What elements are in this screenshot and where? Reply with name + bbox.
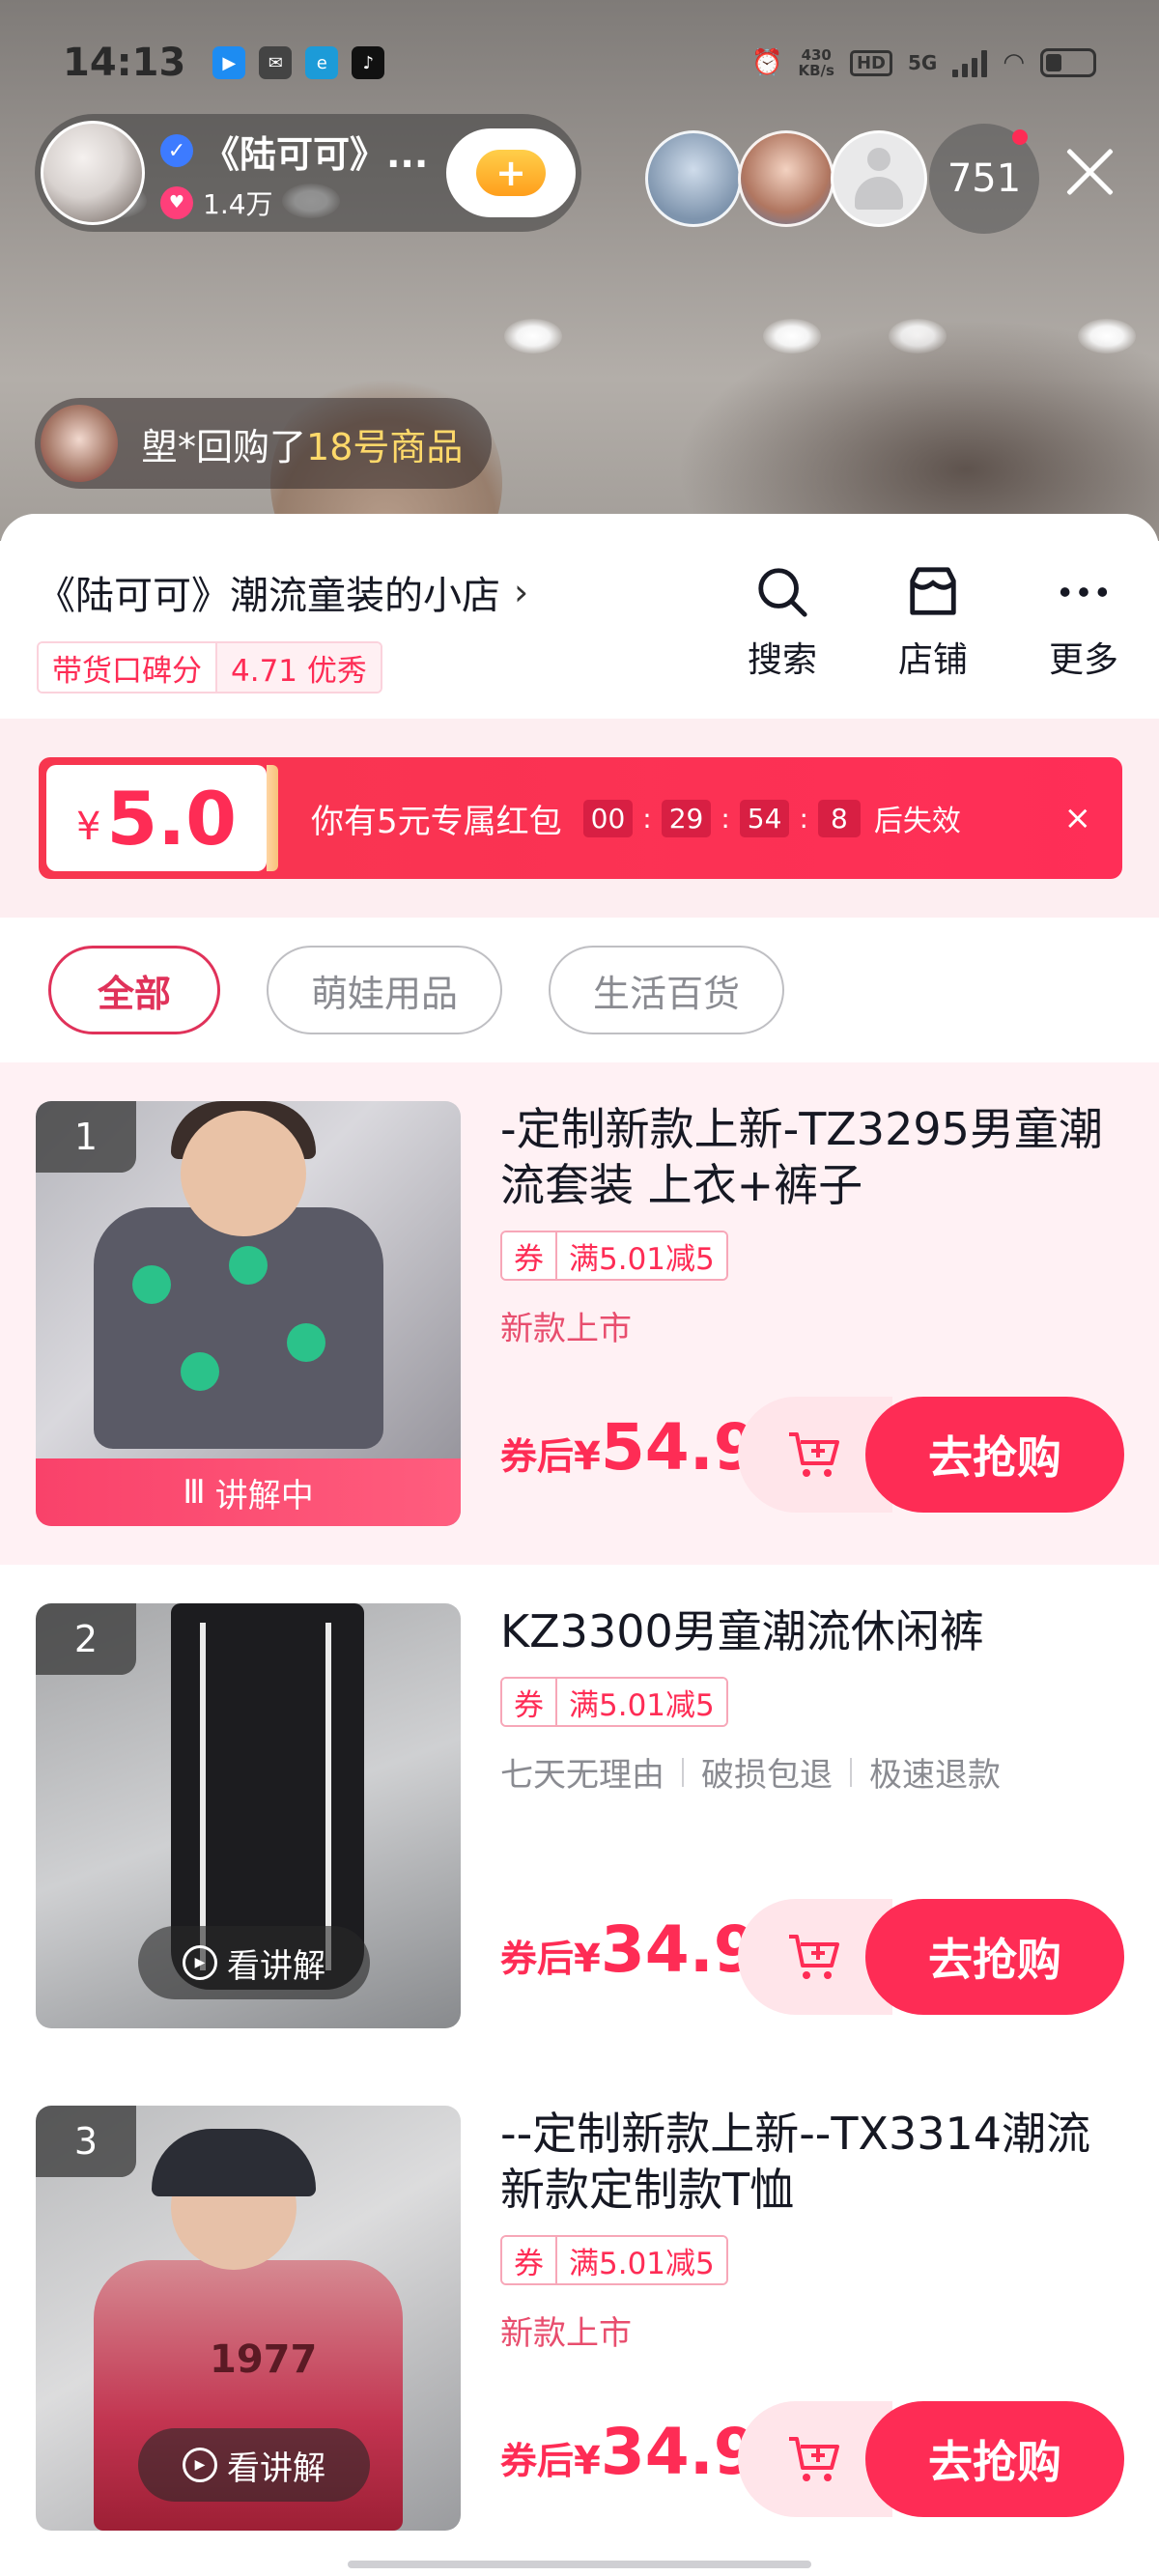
coupon-text: 你有5元专属红包 — [311, 802, 562, 841]
rank-badge: 2 — [36, 1603, 136, 1675]
product-price: 券后 ¥54.9 — [500, 1410, 758, 1485]
cart-plus-icon — [789, 1432, 839, 1477]
wechat-icon: ✉ — [259, 46, 293, 79]
product-price: 券后 ¥34.9 — [500, 1912, 758, 1987]
product-price: 券后 ¥34.9 — [500, 2415, 758, 2489]
viewer-count[interactable]: 751 — [929, 124, 1039, 234]
product-tagline: 新款上市 — [500, 2314, 632, 2353]
more-icon — [1060, 587, 1108, 597]
viewer-avatars[interactable]: 751 — [645, 124, 1039, 234]
follow-button[interactable]: + — [446, 128, 576, 217]
notification-dot — [1012, 129, 1028, 145]
viewer-avatar[interactable] — [738, 130, 834, 227]
coupon-expire-text: 后失效 — [873, 805, 961, 838]
shop-name-link[interactable]: 《陆可可》潮流童装的小店 › — [37, 564, 528, 620]
coupon-banner-area: ¥5.0 你有5元专属红包 00: 29: 54: 8 后失效 × — [0, 719, 1159, 918]
red-packet-banner[interactable]: ¥5.0 你有5元专属红包 00: 29: 54: 8 后失效 × — [39, 757, 1122, 879]
play-icon: ▶ — [183, 2448, 217, 2482]
tab-baby-goods[interactable]: 萌娃用品 — [267, 946, 503, 1034]
more-button[interactable]: 更多 — [1033, 564, 1134, 682]
browser-app-icon: e — [305, 46, 339, 79]
anchor-name: 《陆可可》... — [203, 132, 429, 176]
watch-explanation-button[interactable]: ▶ 看讲解 — [138, 1926, 370, 1999]
viewer-avatar[interactable] — [831, 130, 927, 227]
network-speed: 430 KB/s — [798, 46, 834, 79]
service-tags: 七天无理由 破损包退 极速退款 — [500, 1756, 1001, 1795]
anchor-avatar[interactable] — [41, 121, 145, 225]
network-type: 5G — [907, 51, 938, 74]
rank-badge: 1 — [36, 1101, 136, 1173]
product-title: --定制新款上新--TX3314潮流新款定制款T恤 — [500, 2108, 1091, 2216]
product-image[interactable]: 2 ▶ 看讲解 — [36, 1603, 461, 2028]
product-list: 1 Ⅲ 讲解中 -定制新款上新-TZ3295男童潮流套装 上衣+裤子 券 满5.… — [0, 1062, 1159, 2569]
clock: 14:13 — [63, 41, 186, 85]
product-title: KZ3300男童潮流休闲裤 — [500, 1605, 984, 1657]
shop-name: 《陆可可》潮流童装的小店 — [37, 574, 500, 618]
tab-daily-goods[interactable]: 生活百货 — [549, 946, 785, 1034]
rebuy-toast: 塱*回购了 18号商品 — [35, 398, 493, 489]
streamer-hair — [676, 319, 1159, 541]
hd-badge: HD — [849, 49, 892, 76]
alarm-icon: ⏰ — [751, 48, 783, 77]
countdown: 00: 29: 54: 8 — [582, 799, 861, 837]
rating-label: 带货口碑分 — [39, 643, 217, 692]
video-app-icon: ▶ — [212, 46, 246, 79]
close-icon[interactable]: × — [1064, 799, 1092, 837]
watch-explanation-button[interactable]: ▶ 看讲解 — [138, 2428, 370, 2502]
ceiling-light — [504, 319, 562, 354]
wifi-icon: ◠ — [1003, 48, 1025, 77]
home-indicator[interactable] — [348, 2561, 811, 2568]
cart-plus-icon — [789, 1935, 839, 1979]
signal-icon — [952, 48, 988, 77]
anchor-info-pill[interactable]: ✓ 《陆可可》... ♥ 1.4万 + — [35, 114, 581, 232]
explaining-badge: Ⅲ 讲解中 — [36, 1458, 461, 1526]
store-button[interactable]: 店铺 — [883, 564, 983, 682]
notification-icons: ▶ ✉ e ♪ — [212, 46, 385, 79]
product-image[interactable]: 1 Ⅲ 讲解中 — [36, 1101, 461, 1526]
tab-all[interactable]: 全部 — [48, 946, 221, 1034]
product-image[interactable]: 3 1977 ▶ 看讲解 — [36, 2106, 461, 2531]
buy-now-button[interactable]: 去抢购 — [865, 1397, 1124, 1513]
rating-badge[interactable]: 带货口碑分 4.71 优秀 — [37, 641, 382, 694]
shop-header: 《陆可可》潮流童装的小店 › 带货口碑分 4.71 优秀 搜索 店铺 更多 — [0, 514, 1159, 719]
store-icon — [910, 567, 956, 615]
battery-icon — [1040, 48, 1096, 77]
product-title: -定制新款上新-TZ3295男童潮流套装 上衣+裤子 — [500, 1103, 1103, 1211]
buy-now-button[interactable]: 去抢购 — [865, 1899, 1124, 2015]
buyer-avatar — [41, 405, 118, 482]
category-tabs: 全部 萌娃用品 生活百货 — [0, 918, 1159, 1062]
toast-highlight: 18号商品 — [306, 425, 464, 468]
coupon-tag: 券满5.01减5 — [500, 1677, 728, 1727]
product-sheet: 《陆可可》潮流童装的小店 › 带货口碑分 4.71 优秀 搜索 店铺 更多 ¥ … — [0, 514, 1159, 2576]
search-icon — [758, 568, 807, 617]
rating-value: 4.71 优秀 — [217, 643, 381, 692]
coupon-amount: ¥5.0 — [46, 765, 278, 871]
product-item[interactable]: 1 Ⅲ 讲解中 -定制新款上新-TZ3295男童潮流套装 上衣+裤子 券 满5.… — [0, 1062, 1159, 1565]
product-item[interactable]: 2 ▶ 看讲解 KZ3300男童潮流休闲裤 券满5.01减5 七天无理由 破损包… — [0, 1565, 1159, 2067]
douyin-icon: ♪ — [352, 46, 385, 79]
coupon-tag: 券满5.01减5 — [500, 2235, 728, 2285]
verified-icon: ✓ — [160, 134, 193, 167]
user-placeholder-icon — [855, 148, 903, 210]
cart-plus-icon — [789, 2437, 839, 2481]
rank-badge: 3 — [36, 2106, 136, 2177]
coupon-tag: 券满5.01减5 — [500, 1231, 728, 1281]
heart-icon: ♥ — [160, 185, 193, 219]
chevron-right-icon: › — [514, 571, 529, 613]
audio-bars-icon: Ⅲ — [183, 1473, 206, 1512]
anchor-fans: 1.4万 — [203, 187, 273, 220]
product-tagline: 新款上市 — [500, 1310, 632, 1348]
play-icon: ▶ — [183, 1945, 217, 1980]
plus-icon: + — [476, 150, 546, 196]
search-button[interactable]: 搜索 — [732, 564, 833, 682]
shirt-print-text: 1977 — [210, 2337, 318, 2382]
toast-text: 塱*回购了 — [141, 425, 307, 468]
viewer-avatar[interactable] — [645, 130, 742, 227]
status-bar: 14:13 ▶ ✉ e ♪ ⏰ 430 KB/s HD 5G ◠ — [0, 0, 1159, 126]
product-item[interactable]: 3 1977 ▶ 看讲解 --定制新款上新--TX3314潮流新款定制款T恤 券… — [0, 2067, 1159, 2569]
close-icon[interactable] — [1062, 145, 1117, 199]
buy-now-button[interactable]: 去抢购 — [865, 2401, 1124, 2517]
